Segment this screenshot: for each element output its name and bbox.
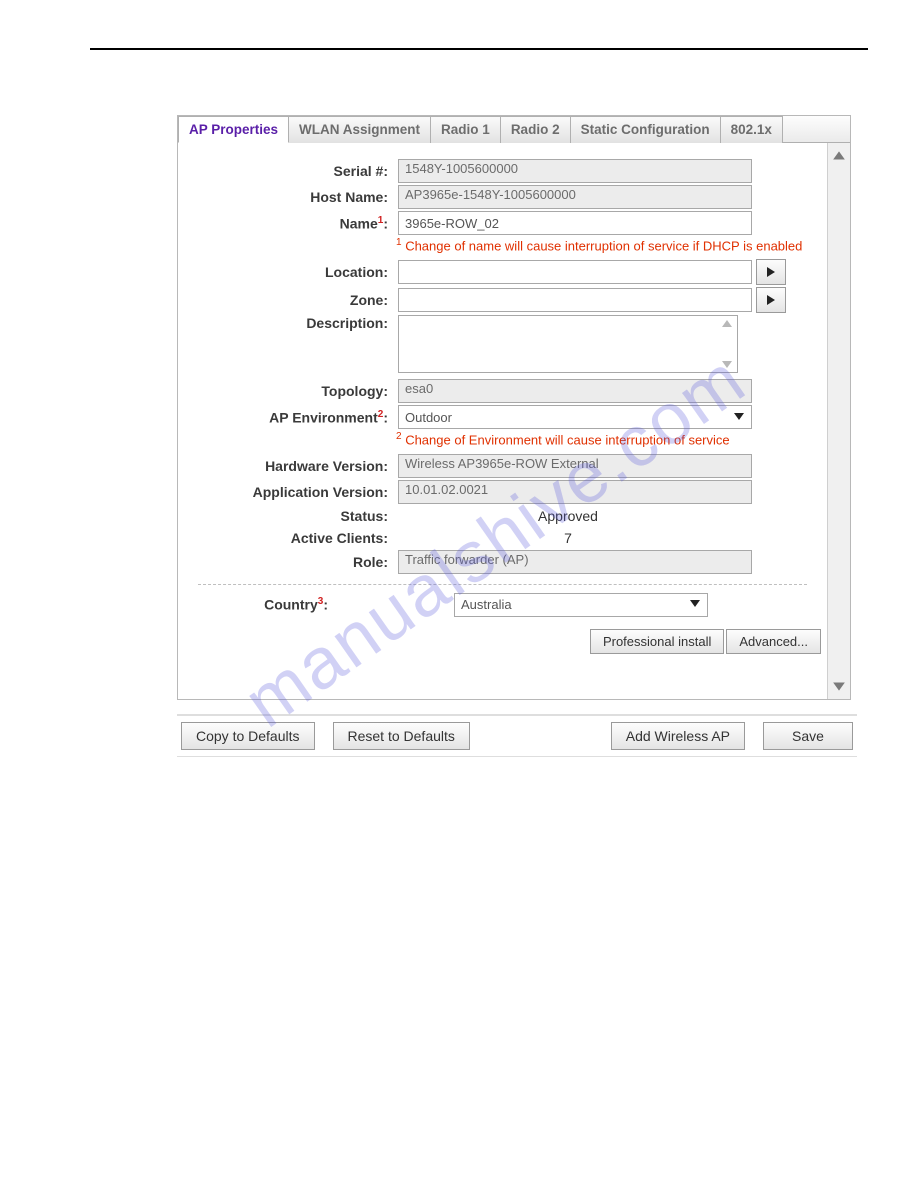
save-button[interactable]: Save <box>763 722 853 750</box>
chevron-down-icon <box>733 410 745 425</box>
tab-8021x[interactable]: 802.1x <box>720 116 783 143</box>
label-serial: Serial #: <box>178 163 392 179</box>
country-select[interactable]: Australia <box>454 593 708 617</box>
advanced-button[interactable]: Advanced... <box>726 629 821 654</box>
copy-to-defaults-button[interactable]: Copy to Defaults <box>181 722 315 750</box>
bottom-button-bar: Copy to Defaults Reset to Defaults Add W… <box>177 714 857 757</box>
chevron-down-icon <box>689 597 701 612</box>
footnote-env-text: Change of Environment will cause interru… <box>405 433 729 448</box>
tab-bar: AP Properties WLAN Assignment Radio 1 Ra… <box>178 116 850 143</box>
role-field: Traffic forwarder (AP) <box>398 550 752 574</box>
label-role: Role: <box>178 554 392 570</box>
tab-radio-1[interactable]: Radio 1 <box>430 116 501 143</box>
label-topology: Topology: <box>178 383 392 399</box>
scroll-up-icon <box>828 149 850 163</box>
label-location: Location: <box>178 264 392 280</box>
label-description: Description: <box>178 315 392 331</box>
zone-picker-button[interactable] <box>756 287 786 313</box>
textarea-scroll-icons <box>721 318 735 370</box>
ap-environment-select[interactable]: Outdoor <box>398 405 752 429</box>
label-name: Name1: <box>178 215 392 232</box>
chevron-up-icon <box>721 318 733 330</box>
label-application-version: Application Version: <box>178 484 392 500</box>
topology-field: esa0 <box>398 379 752 403</box>
label-ap-env-text: AP Environment <box>269 410 378 426</box>
tab-ap-properties[interactable]: AP Properties <box>178 116 289 143</box>
footnote-name-sup: 1 <box>396 237 402 248</box>
footnote-name-text: Change of name will cause interruption o… <box>405 238 802 253</box>
reset-to-defaults-button[interactable]: Reset to Defaults <box>333 722 470 750</box>
description-textarea[interactable] <box>398 315 738 373</box>
scroll-down-icon <box>828 679 850 693</box>
label-country-text: Country <box>264 597 318 613</box>
host-name-field: AP3965e-1548Y-1005600000 <box>398 185 752 209</box>
label-ap-environment: AP Environment2: <box>178 409 392 426</box>
vertical-scrollbar[interactable] <box>827 143 850 699</box>
chevron-right-icon <box>767 264 775 280</box>
footnote-env-sup: 2 <box>396 431 402 442</box>
serial-field: 1548Y-1005600000 <box>398 159 752 183</box>
ap-environment-value: Outdoor <box>405 410 452 425</box>
country-value: Australia <box>461 597 512 612</box>
professional-install-button[interactable]: Professional install <box>590 629 724 654</box>
section-divider <box>198 584 807 585</box>
label-country: Country3: <box>178 596 332 613</box>
location-input[interactable] <box>398 260 752 284</box>
location-picker-button[interactable] <box>756 259 786 285</box>
label-status: Status: <box>178 508 392 524</box>
application-version-field: 10.01.02.0021 <box>398 480 752 504</box>
name-input[interactable] <box>398 211 752 235</box>
add-wireless-ap-button[interactable]: Add Wireless AP <box>611 722 745 750</box>
tab-wlan-assignment[interactable]: WLAN Assignment <box>288 116 431 143</box>
label-country-colon: : <box>323 597 328 613</box>
inline-action-row: Professional install Advanced... <box>178 619 827 654</box>
label-active-clients: Active Clients: <box>178 530 392 546</box>
ap-properties-panel: AP Properties WLAN Assignment Radio 1 Ra… <box>177 115 851 700</box>
hardware-version-field: Wireless AP3965e-ROW External <box>398 454 752 478</box>
chevron-down-icon <box>721 358 733 370</box>
content-area: Serial #: 1548Y-1005600000 Host Name: AP… <box>178 142 850 699</box>
label-ap-env-colon: : <box>383 410 388 426</box>
label-name-text: Name <box>340 215 378 231</box>
active-clients-value: 7 <box>398 528 738 548</box>
label-host-name: Host Name: <box>178 189 392 205</box>
label-zone: Zone: <box>178 292 392 308</box>
label-name-colon: : <box>383 215 388 231</box>
label-hardware-version: Hardware Version: <box>178 458 392 474</box>
footnote-environment: 2 Change of Environment will cause inter… <box>396 431 827 447</box>
tab-static-configuration[interactable]: Static Configuration <box>570 116 721 143</box>
page-top-rule <box>90 48 868 50</box>
status-value: Approved <box>398 506 738 526</box>
form-content: Serial #: 1548Y-1005600000 Host Name: AP… <box>178 143 827 699</box>
zone-input[interactable] <box>398 288 752 312</box>
footnote-name: 1 Change of name will cause interruption… <box>396 237 827 253</box>
chevron-right-icon <box>767 292 775 308</box>
tab-radio-2[interactable]: Radio 2 <box>500 116 571 143</box>
